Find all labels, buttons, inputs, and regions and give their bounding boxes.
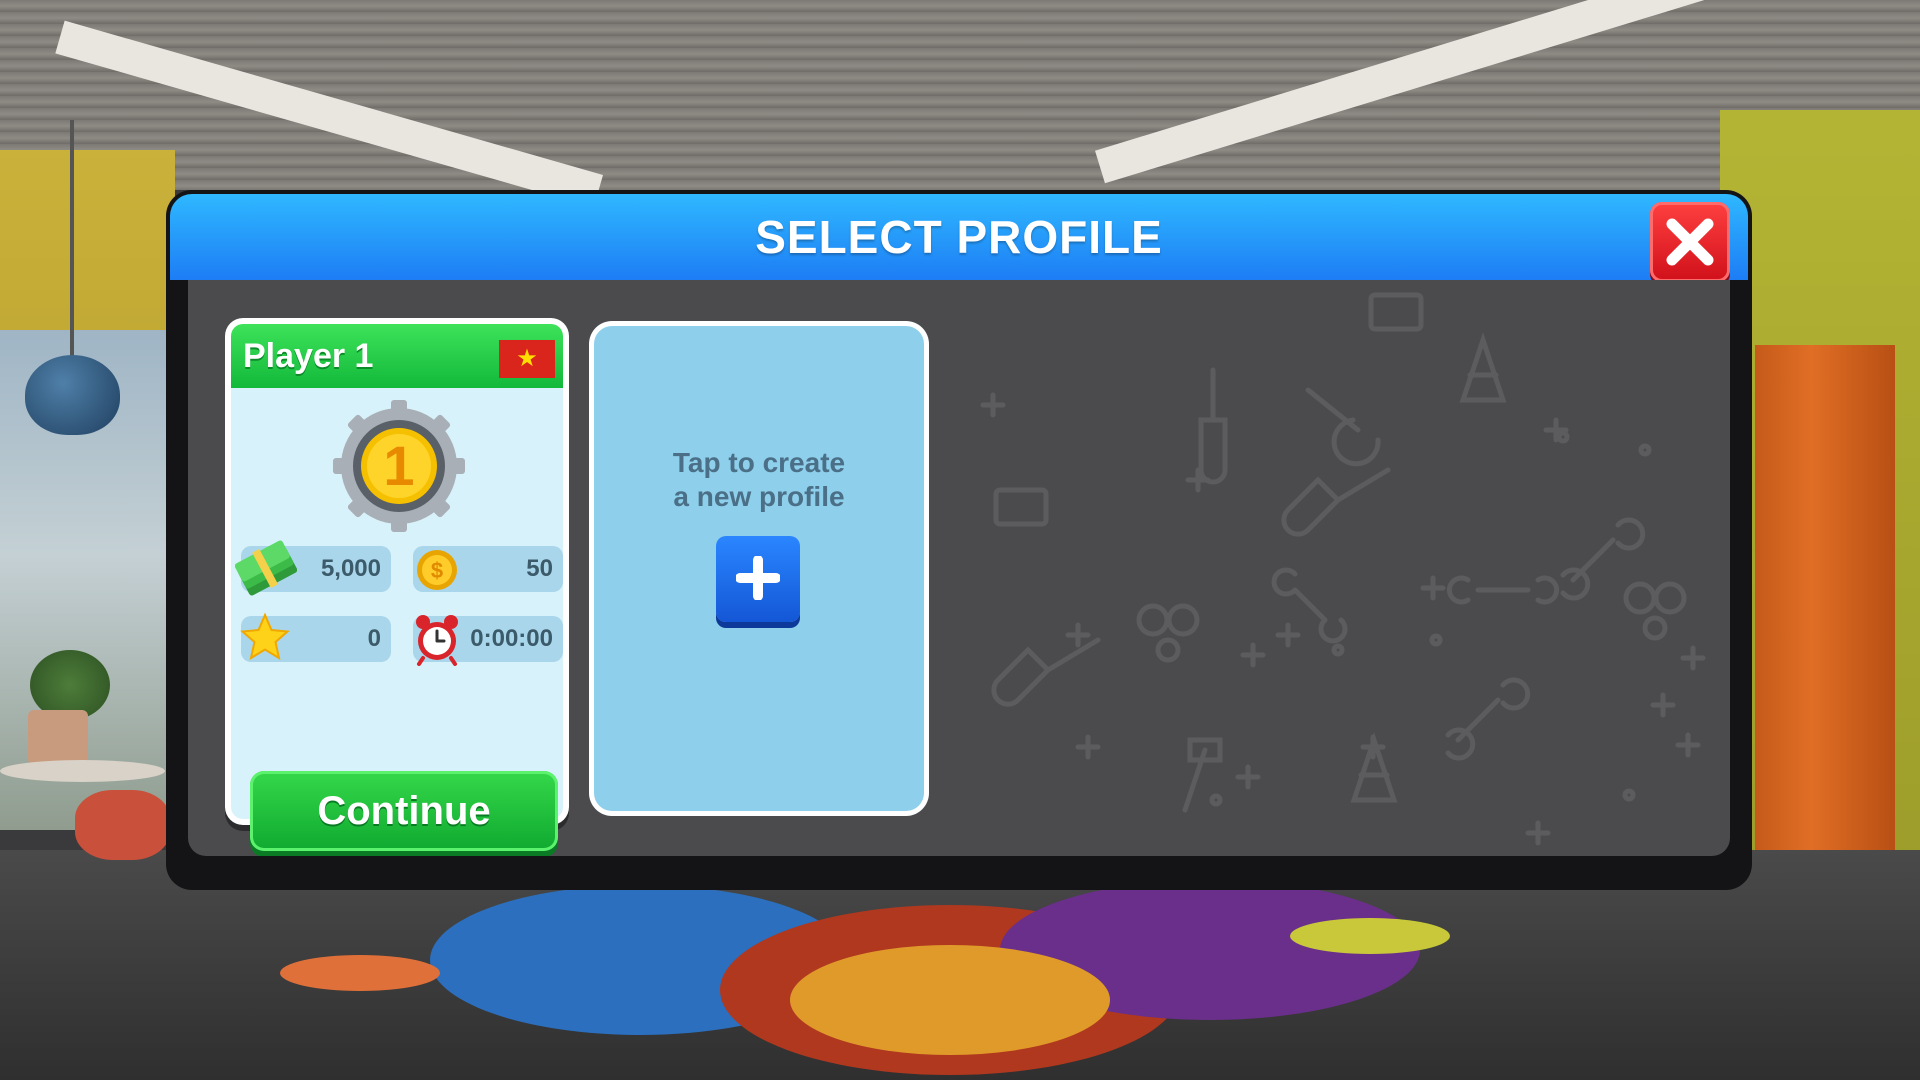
dialog-body: Player 1 ★ 1 5,000 $ 50 0 0:00:00 Contin…	[188, 280, 1730, 856]
plus-icon	[736, 556, 780, 600]
playtime-value: 0:00:00	[470, 625, 553, 652]
alarm-clock-icon	[416, 615, 458, 666]
profile-card-header: Player 1 ★	[231, 324, 563, 388]
chair	[75, 790, 170, 860]
vietnam-flag-icon: ★	[499, 340, 555, 378]
dialog-header: SELECT PROFILE	[170, 194, 1748, 282]
plant-pot	[28, 710, 88, 765]
player-name: Player 1	[243, 337, 374, 375]
stars-value: 0	[367, 625, 381, 652]
coins-value: 50	[526, 555, 553, 582]
stars-stat: 0	[240, 612, 391, 662]
continue-label: Continue	[317, 789, 491, 833]
continue-button[interactable]: Continue	[250, 771, 558, 851]
dialog-title: SELECT PROFILE	[755, 211, 1163, 263]
select-profile-dialog: SELECT PROFILE Player 1 ★ 1 5,000 $ 50 0…	[166, 190, 1752, 890]
close-icon	[1666, 218, 1714, 266]
pendant-lamp	[25, 355, 120, 435]
star-icon	[240, 612, 290, 661]
create-profile-card[interactable]: Tap to create a new profile	[594, 326, 924, 811]
cash-stat: 5,000	[235, 540, 391, 596]
playtime-stat: 0:00:00	[413, 615, 563, 666]
side-table	[0, 760, 165, 782]
profile-card[interactable]: Player 1 ★ 1 5,000 $ 50 0 0:00:00 Contin…	[225, 318, 569, 851]
create-profile-text: Tap to create a new profile	[594, 446, 924, 514]
svg-text:$: $	[431, 558, 443, 583]
coins-stat: $ 50	[413, 546, 563, 592]
rug-coral	[280, 955, 440, 991]
level-number: 1	[383, 434, 415, 497]
create-profile-line2: a new profile	[673, 481, 845, 512]
rug-yellow	[1290, 918, 1450, 954]
cash-icon	[235, 540, 297, 596]
cash-value: 5,000	[320, 555, 381, 582]
add-profile-button[interactable]	[716, 536, 800, 622]
create-profile-line1: Tap to create	[672, 447, 846, 478]
lamp-cord	[70, 120, 74, 360]
coin-icon: $	[417, 550, 457, 590]
close-button[interactable]	[1650, 202, 1730, 282]
rug-orange	[790, 945, 1110, 1055]
profile-card-body: 1 5,000 $ 50 0 0:00:00 Continue	[231, 388, 563, 851]
